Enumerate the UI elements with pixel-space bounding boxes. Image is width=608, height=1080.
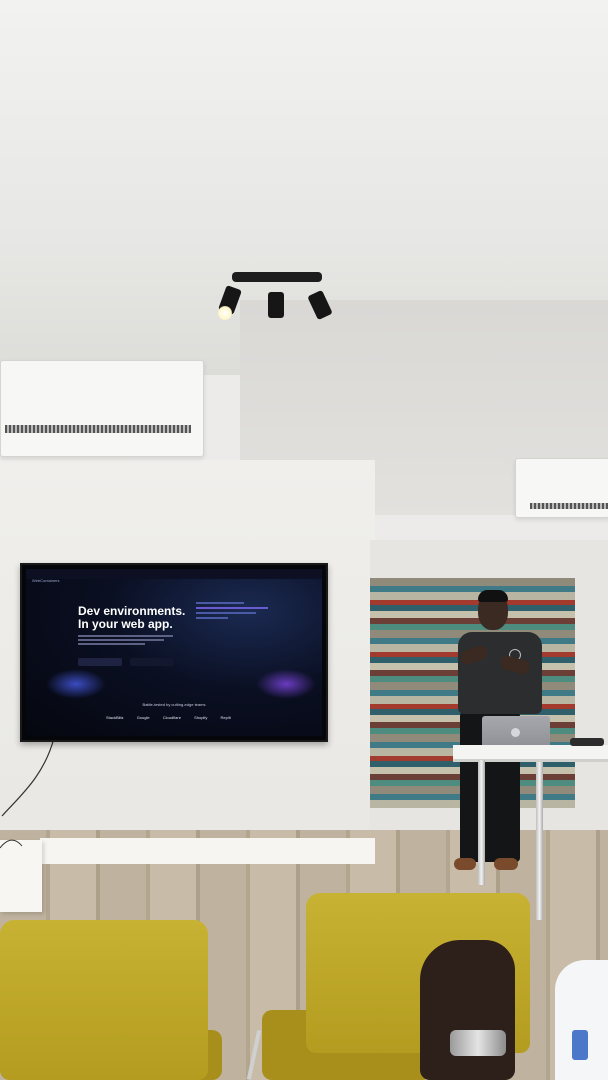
desk-accessory: [570, 738, 604, 746]
ac-grille: [530, 503, 608, 509]
presenter-shoe-right: [494, 858, 518, 870]
apple-logo-icon: [511, 728, 520, 737]
logo-shopify: Shopify: [194, 715, 208, 720]
wristwatch: [450, 1030, 506, 1056]
tv-screen: WebContainers Dev environments. In your w…: [26, 569, 322, 736]
hero-line-1: Dev environments.: [78, 604, 186, 618]
table-leg: [536, 762, 543, 920]
spotlight-glow: [218, 306, 232, 320]
air-conditioner-left: [0, 360, 204, 457]
website-button-secondary: [130, 658, 174, 666]
presenter-hair: [478, 590, 508, 602]
table-top: [453, 745, 608, 762]
tv-cable: [0, 737, 55, 849]
chair-back-left: [0, 920, 208, 1080]
logo-google: Google: [136, 715, 150, 720]
ac-grille: [5, 425, 191, 433]
website-logo-row: StackBlitz Google Cloudflare Shopify Rep…: [106, 715, 231, 720]
website-code-snippet: [196, 599, 276, 629]
wall-tv: WebContainers Dev environments. In your w…: [20, 563, 328, 742]
presenter-torso: [458, 632, 542, 714]
website-button-primary: [78, 658, 122, 666]
logo-cloudflare: Cloudflare: [162, 715, 181, 720]
foreground-hand: [420, 940, 515, 1080]
skirting-board: [40, 838, 375, 864]
website-brand: WebContainers: [32, 578, 60, 583]
sleeve-print: [572, 1030, 588, 1060]
website-hero-title: Dev environments. In your web app.: [78, 605, 185, 631]
spotlight-rail: [232, 272, 322, 282]
logo-replit: Replit: [220, 715, 231, 720]
website-hero-subtitle: [78, 635, 173, 645]
table-leg: [478, 760, 485, 885]
screen-glow-right: [256, 669, 316, 699]
air-conditioner-right: [515, 458, 608, 518]
logo-stackblitz: StackBlitz: [106, 715, 124, 720]
spotlight-center: [268, 292, 284, 318]
presenter-shoe-left: [454, 858, 476, 870]
website-nav: WebContainers: [26, 569, 322, 583]
foreground-sleeve: [555, 960, 608, 1080]
screen-glow-left: [46, 669, 106, 699]
website-trusted-text: Battle-tested by cutting-edge teams: [142, 702, 206, 707]
hero-line-2: In your web app.: [78, 617, 173, 631]
